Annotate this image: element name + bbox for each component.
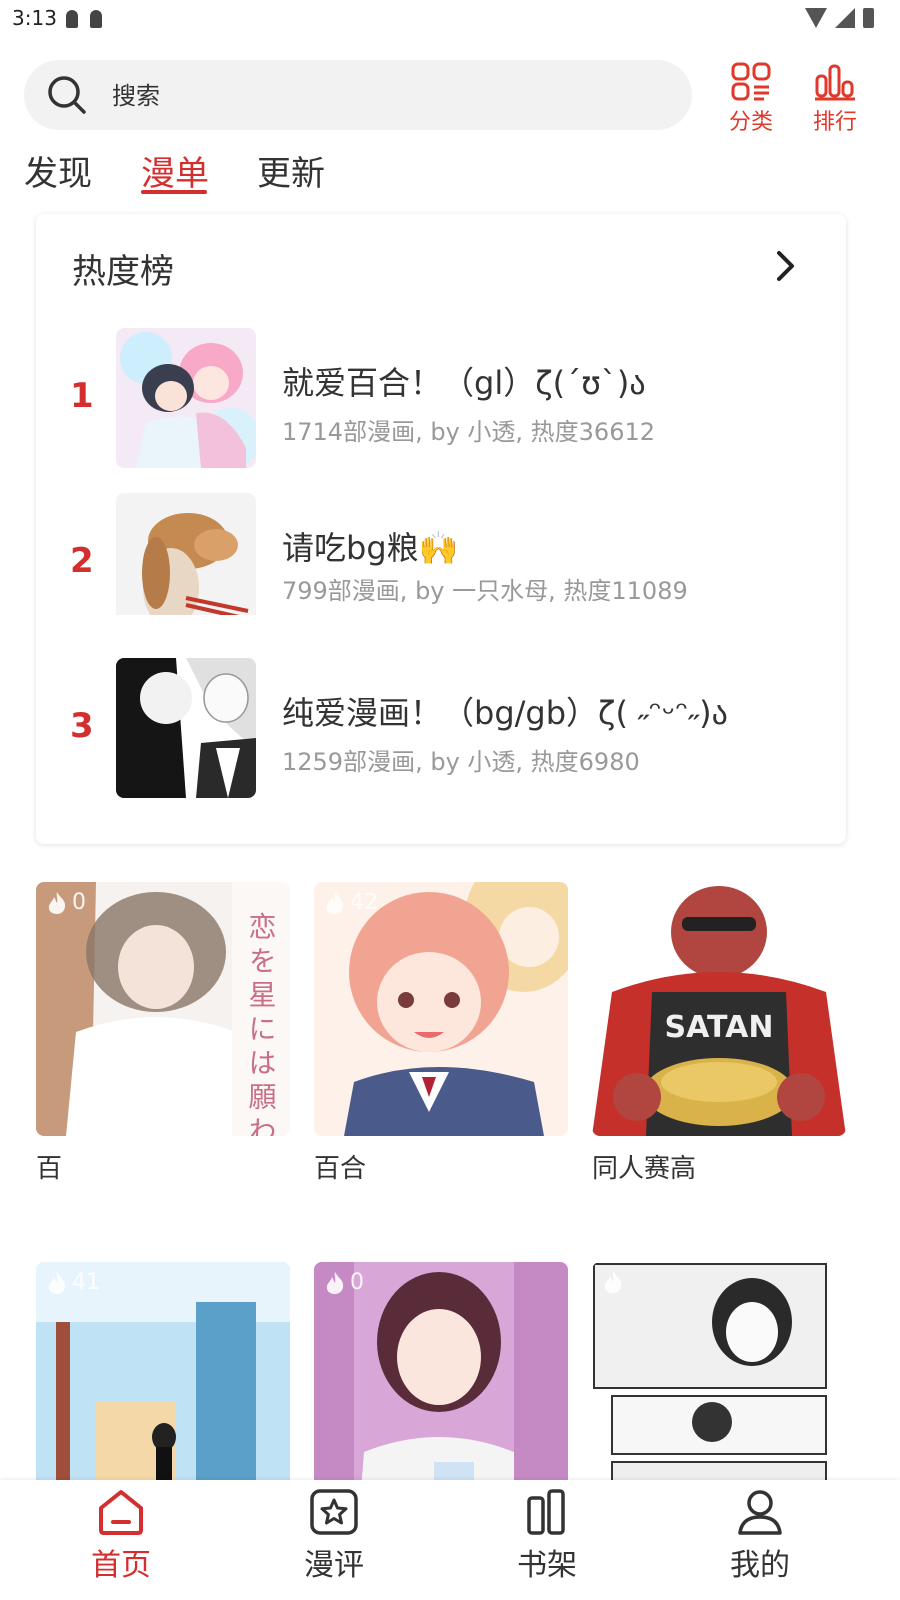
- active-tab-indicator: [141, 190, 207, 194]
- comic-cover: 恋を星には願わ 0: [36, 882, 290, 1136]
- ranking-list-meta: 799部漫画, by 一只水母, 热度11089: [282, 577, 688, 605]
- hot-count: 42: [350, 890, 378, 915]
- tab-update[interactable]: 更新: [257, 146, 325, 195]
- ranking-list-name: 就爱百合！（gl）ζ(´ʊ`)ა: [282, 364, 646, 402]
- flame-icon: [48, 891, 66, 914]
- flame-icon: [326, 891, 344, 914]
- nav-review-label: 漫评: [304, 1548, 364, 1583]
- comic-list-title: 百: [36, 1154, 63, 1184]
- hot-count: 41: [72, 1270, 100, 1295]
- cover-title-text: 恋を星には願わ: [245, 912, 278, 1136]
- category-icon: [731, 62, 771, 101]
- ranking-button[interactable]: 排行: [805, 62, 865, 135]
- hot-badge: 2: [602, 890, 642, 915]
- nav-review[interactable]: 漫评: [274, 1488, 394, 1584]
- status-bar: 3:13: [0, 0, 900, 38]
- ranking-list-meta: 1259部漫画, by 小透, 热度6980: [282, 748, 640, 776]
- comic-cover: 41: [36, 1262, 290, 1516]
- ranking-list-meta: 1714部漫画, by 小透, 热度36612: [282, 418, 656, 446]
- search-icon[interactable]: [46, 74, 88, 116]
- hot-badge: 41: [46, 1270, 100, 1295]
- hot-ranking-card: 热度榜 1 就爱百合！（gl）ζ(´ʊ`)ა 1714部漫画, by 小透, 热…: [36, 214, 846, 844]
- battery-icon: [863, 8, 874, 28]
- hot-ranking-title[interactable]: 热度榜: [72, 244, 174, 293]
- cover-apron-text: SATAN: [665, 1010, 774, 1045]
- ranking-row[interactable]: 1 就爱百合！（gl）ζ(´ʊ`)ა 1714部漫画, by 小透, 热度366…: [36, 328, 846, 468]
- comic-cover: SATAN 2: [592, 882, 846, 1136]
- comic-list-card[interactable]: SATAN 2 同人赛高: [592, 882, 846, 1185]
- hot-badge: 42: [324, 890, 378, 915]
- signal-icon: [835, 8, 855, 28]
- comic-list-title: 百合: [314, 1154, 367, 1184]
- ranking-row[interactable]: 3 纯爱漫画！（bg/gb）ζ( ˶ᵔᵕᵔ˶)ა 1259部漫画, by 小透,…: [36, 658, 846, 798]
- flame-icon: [326, 1271, 344, 1294]
- comic-cover: 0: [314, 1262, 568, 1516]
- nav-mine[interactable]: 我的: [700, 1488, 820, 1584]
- hot-badge: [602, 1270, 628, 1294]
- comic-list-title: 同人赛高: [592, 1154, 697, 1184]
- flame-icon: [604, 891, 622, 914]
- ranking-thumbnail: [116, 328, 256, 468]
- status-time: 3:13: [12, 6, 57, 30]
- comic-list-card[interactable]: 42 百合: [314, 882, 568, 1185]
- comic-cover: [592, 1262, 846, 1516]
- hot-count: 0: [350, 1270, 364, 1295]
- flame-icon: [604, 1271, 622, 1293]
- ranking-label: 排行: [812, 110, 857, 135]
- ranking-row[interactable]: 2 请吃bg粮🙌 799部漫画, by 一只水母, 热度11089: [36, 493, 846, 633]
- user-icon: [738, 1490, 782, 1535]
- nav-bookshelf[interactable]: 书架: [487, 1488, 607, 1584]
- hot-badge: 0: [46, 890, 86, 915]
- nav-bookshelf-label: 书架: [517, 1548, 577, 1583]
- star-review-icon: [310, 1489, 358, 1535]
- rank-number: 3: [70, 706, 94, 746]
- ranking-icon: [815, 64, 855, 101]
- rank-number: 2: [70, 541, 94, 581]
- notification-icon: [66, 10, 78, 28]
- bookshelf-icon: [527, 1489, 565, 1535]
- ranking-list-name: 纯爱漫画！（bg/gb）ζ( ˶ᵔᵕᵔ˶)ა: [282, 694, 728, 732]
- nav-home-label: 首页: [91, 1548, 151, 1583]
- ranking-thumbnail: [116, 493, 256, 633]
- search-input[interactable]: [110, 60, 654, 132]
- comic-list-card[interactable]: 恋を星には願わ 0 百: [36, 882, 290, 1185]
- nav-mine-label: 我的: [730, 1548, 790, 1583]
- category-button[interactable]: 分类: [721, 62, 781, 135]
- comic-cover: 42: [314, 882, 568, 1136]
- tab-comic-list[interactable]: 漫单: [141, 146, 209, 195]
- home-icon: [99, 1490, 143, 1535]
- wifi-icon: [805, 8, 827, 28]
- ranking-thumbnail: [116, 658, 256, 798]
- category-label: 分类: [728, 110, 773, 135]
- hot-badge: 0: [324, 1270, 364, 1295]
- nav-home[interactable]: 首页: [61, 1488, 181, 1584]
- notification-icons: [66, 10, 102, 28]
- tab-discover[interactable]: 发现: [24, 146, 92, 195]
- search-bar[interactable]: [24, 60, 692, 132]
- hot-count: 2: [628, 890, 642, 915]
- hot-count: 0: [72, 890, 86, 915]
- ranking-list-name: 请吃bg粮🙌: [282, 529, 459, 567]
- rank-number: 1: [70, 376, 94, 416]
- bottom-nav: 首页 漫评 书架 我的: [0, 1480, 900, 1600]
- notification-icon: [90, 10, 102, 28]
- status-indicators: [805, 8, 874, 28]
- chevron-right-icon[interactable]: [770, 248, 800, 284]
- flame-icon: [48, 1271, 66, 1294]
